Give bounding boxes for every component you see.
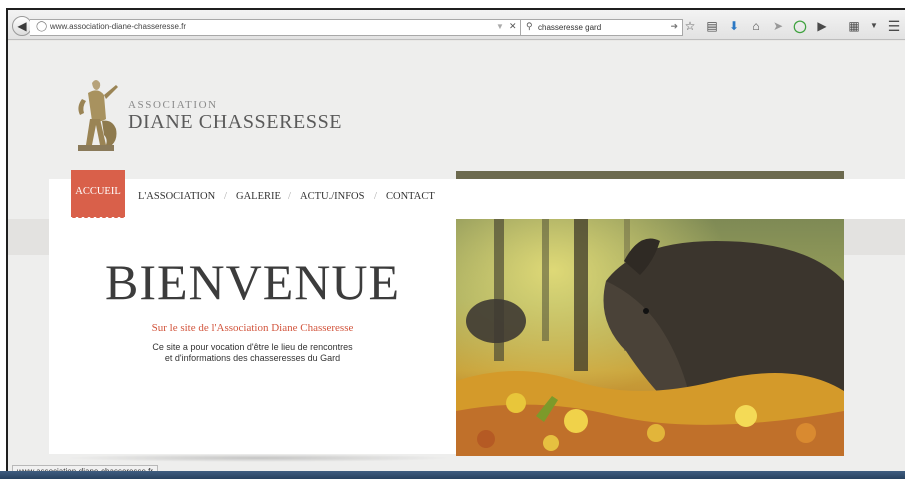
hero-title: BIENVENUE	[104, 254, 401, 310]
browser-toolbar: ◀ ◯ www.association-diane-chasseresse.fr…	[8, 10, 905, 40]
hero-panel: BIENVENUE Sur le site de l'Association D…	[49, 219, 456, 454]
nav-item-accueil[interactable]: ACCUEIL	[71, 170, 125, 221]
home-icon[interactable]: ⌂	[748, 18, 764, 34]
send-icon[interactable]: ➤	[770, 18, 786, 34]
diana-statue-icon	[78, 80, 118, 151]
hero-description-line-2: et d'informations des chasseresses du Ga…	[164, 353, 341, 363]
hero-shadow	[63, 454, 453, 462]
addon-ring-icon[interactable]: ◯	[792, 18, 808, 34]
bookmarks-list-icon[interactable]: ▤	[704, 18, 720, 34]
dropdown-arrow-icon[interactable]: ▼	[496, 22, 504, 31]
clipboard-icon[interactable]: ▦	[846, 18, 862, 34]
page-viewport: ASSOCIATION DIANE CHASSERESSE ACCUEIL L'…	[8, 41, 905, 479]
hero-tagline: Sur le site de l'Association Diane Chass…	[151, 322, 354, 334]
nav-separator: /	[374, 191, 377, 202]
search-input[interactable]: ⚲ chasseresse gard ➜	[520, 19, 683, 36]
close-icon[interactable]: ✕	[509, 21, 517, 32]
hero-description: Ce site a pour vocation d'être le lieu d…	[49, 342, 456, 364]
search-icon: ⚲	[526, 21, 533, 31]
bookmark-star-icon[interactable]: ☆	[682, 18, 698, 34]
nav-item-association[interactable]: L'ASSOCIATION	[138, 191, 215, 202]
back-arrow-icon: ◀	[17, 19, 27, 33]
logo-big-text: DIANE CHASSERESSE	[128, 111, 343, 133]
address-bar[interactable]: ◯ www.association-diane-chasseresse.fr ▼…	[30, 19, 522, 36]
menu-icon[interactable]: ☰	[886, 18, 902, 34]
nav-item-galerie[interactable]: GALERIE	[236, 191, 281, 202]
nav-item-contact[interactable]: CONTACT	[386, 191, 435, 202]
hero-description-line-1: Ce site a pour vocation d'être le lieu d…	[152, 342, 353, 352]
globe-icon: ◯	[36, 21, 48, 32]
back-button[interactable]: ◀	[12, 16, 32, 36]
url-text: www.association-diane-chasseresse.fr	[50, 22, 187, 31]
download-icon[interactable]: ⬇	[726, 18, 742, 34]
go-arrow-icon[interactable]: ➜	[670, 21, 678, 32]
browser-window: ◀ ◯ www.association-diane-chasseresse.fr…	[6, 8, 905, 479]
nav-separator: /	[224, 191, 227, 202]
chevron-down-icon[interactable]: ▼	[866, 18, 882, 34]
search-query: chasseresse gard	[538, 23, 602, 32]
nav-separator: /	[288, 191, 291, 202]
addon-puzzle-icon[interactable]: ▶	[814, 18, 830, 34]
nav-item-actu-infos[interactable]: ACTU./INFOS	[300, 191, 364, 202]
os-taskbar	[0, 471, 905, 479]
logo-small-text: ASSOCIATION	[128, 99, 218, 111]
